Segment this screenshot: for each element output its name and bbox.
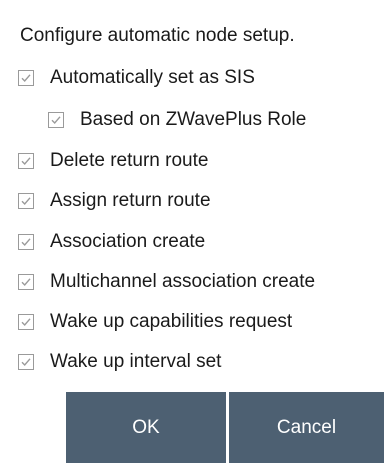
checkmark-icon (21, 157, 31, 166)
option-label: Wake up interval set (50, 351, 222, 372)
option-assign-return-route[interactable]: Assign return route (18, 187, 211, 215)
option-label: Assign return route (50, 190, 211, 211)
option-label: Automatically set as SIS (50, 67, 255, 88)
checkbox[interactable] (18, 193, 34, 209)
checkmark-icon (21, 74, 31, 83)
option-wake-up-capabilities-request[interactable]: Wake up capabilities request (18, 308, 292, 336)
checkmark-icon (21, 278, 31, 287)
option-label: Association create (50, 231, 206, 252)
checkmark-icon (21, 358, 31, 367)
node-setup-dialog: Configure automatic node setup. Automati… (0, 0, 384, 463)
checkmark-icon (21, 238, 31, 247)
checkbox[interactable] (18, 70, 34, 86)
option-multichannel-association-create[interactable]: Multichannel association create (18, 268, 315, 296)
option-label: Multichannel association create (50, 271, 316, 292)
checkbox[interactable] (18, 153, 34, 169)
checkmark-icon (21, 318, 31, 327)
checkbox[interactable] (18, 354, 34, 370)
cancel-button[interactable]: Cancel (229, 392, 384, 463)
dialog-title: Configure automatic node setup. (20, 25, 295, 46)
option-label: Wake up capabilities request (50, 311, 293, 332)
checkmark-icon (21, 197, 31, 206)
checkbox[interactable] (18, 314, 34, 330)
ok-button[interactable]: OK (66, 392, 226, 463)
option-association-create[interactable]: Association create (18, 228, 205, 256)
checkbox[interactable] (18, 274, 34, 290)
option-automatically-set-as-sis[interactable]: Automatically set as SIS (18, 64, 255, 92)
checkmark-icon (51, 116, 61, 125)
option-label: Based on ZWavePlus Role (80, 109, 307, 130)
checkbox[interactable] (18, 234, 34, 250)
checkbox[interactable] (48, 112, 64, 128)
option-wake-up-interval-set[interactable]: Wake up interval set (18, 348, 221, 376)
option-label: Delete return route (50, 150, 209, 171)
option-delete-return-route[interactable]: Delete return route (18, 147, 208, 175)
option-based-on-zwaveplus-role[interactable]: Based on ZWavePlus Role (48, 106, 306, 134)
